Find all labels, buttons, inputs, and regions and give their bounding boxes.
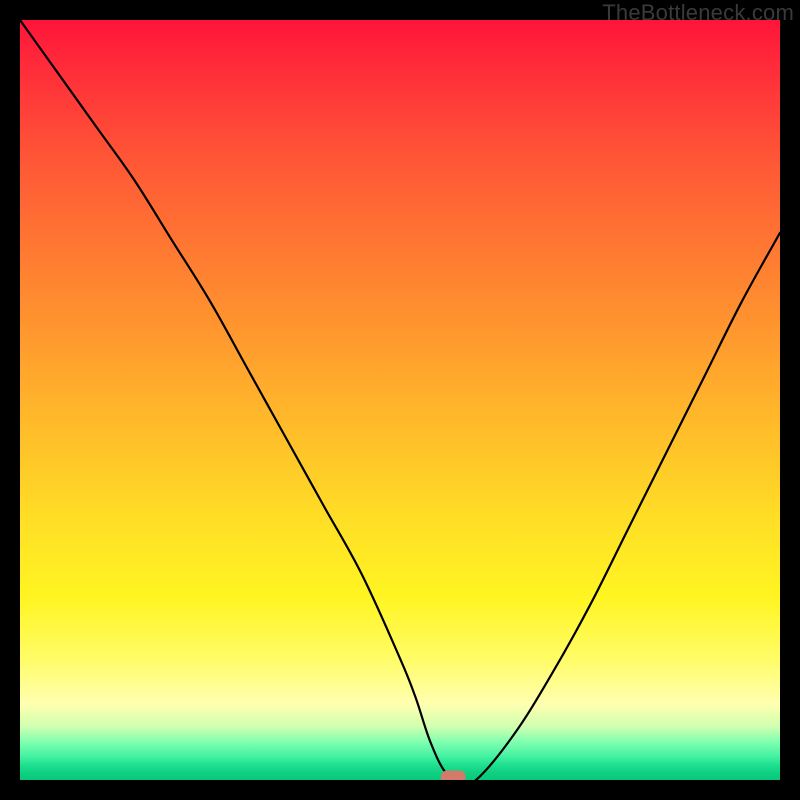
plot-area	[20, 20, 780, 780]
minimum-marker	[441, 771, 465, 780]
bottleneck-curve	[20, 20, 780, 780]
curve-svg	[20, 20, 780, 780]
chart-frame: TheBottleneck.com	[0, 0, 800, 800]
watermark-text: TheBottleneck.com	[602, 0, 794, 26]
